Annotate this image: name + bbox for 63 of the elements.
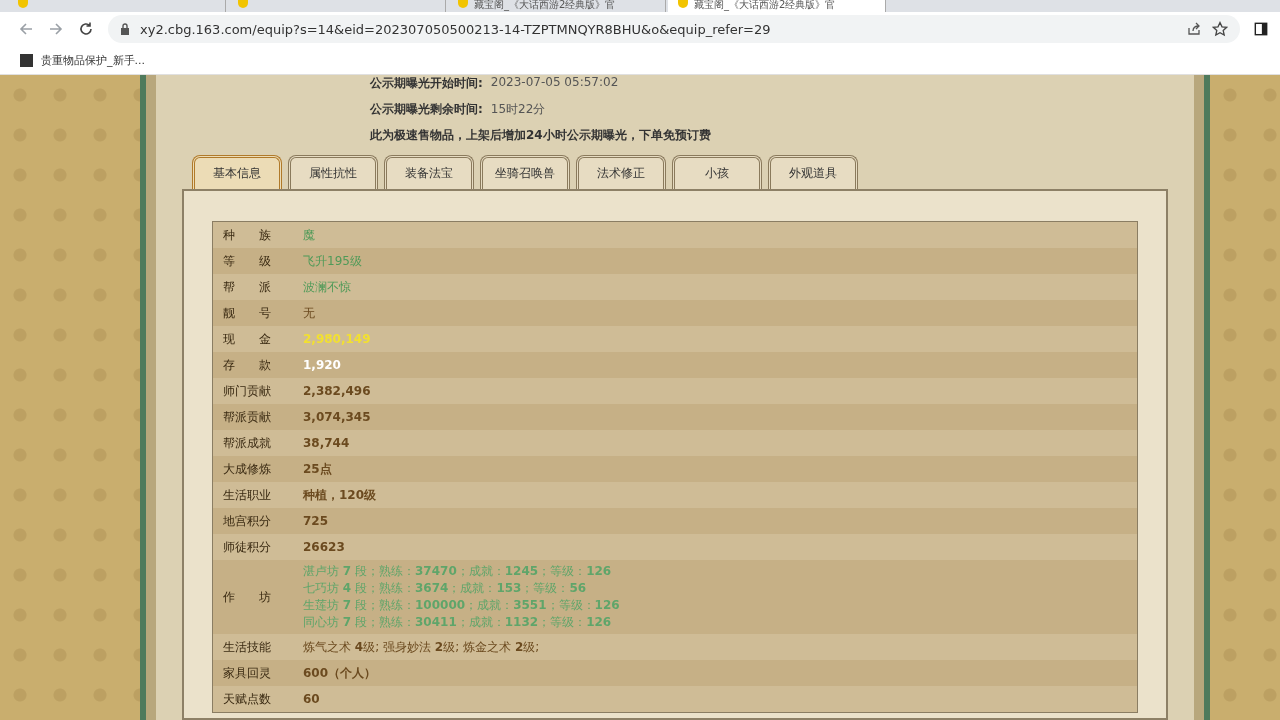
field-value: 3,074,345: [303, 410, 371, 424]
field-value: 38,744: [303, 436, 350, 450]
field-value: 60: [303, 692, 320, 706]
workshop-line: 同心坊 7 段；熟练：30411；成就：1132；等级：126: [303, 614, 613, 631]
field-value: 魔: [303, 226, 315, 244]
forward-icon[interactable]: [48, 21, 64, 37]
field-value: 种植，120级: [303, 486, 377, 504]
field-label: 大成修炼: [222, 460, 272, 478]
address-bar[interactable]: xy2.cbg.163.com/equip?s=14&eid=202307050500213-14-TZPTMNQYR8BHU&o&equip_refer=29: [108, 15, 1240, 43]
side-panel-icon[interactable]: [1254, 22, 1268, 36]
field-value: 600（个人）: [303, 664, 377, 682]
field-value: 波澜不惊: [303, 278, 351, 296]
field-label: 帮派贡献: [222, 408, 272, 426]
notice-label: 公示期曝光剩余时间:: [370, 100, 483, 118]
field-label: 地宫积分: [222, 512, 272, 530]
workshop-line: 七巧坊 4 段；熟练：3674；成就：153；等级：56: [303, 580, 588, 597]
share-icon[interactable]: [1186, 21, 1202, 37]
field-label: 作 坊: [222, 588, 272, 606]
tab[interactable]: 基本信息: [192, 155, 282, 189]
field-value: 25点: [303, 460, 332, 478]
lock-icon: [120, 23, 130, 35]
workshop-line: 生莲坊 7 段；熟练：100000；成就：3551；等级：126: [303, 597, 620, 614]
star-icon[interactable]: [1212, 21, 1228, 37]
field-label: 天赋点数: [222, 690, 272, 708]
favicon-icon: [238, 0, 248, 8]
field-value: 725: [303, 514, 329, 528]
tab[interactable]: 法术修正: [576, 155, 666, 189]
back-icon[interactable]: [18, 21, 34, 37]
workshop-line: 湛卢坊 7 段；熟练：37470；成就：1245；等级：126: [303, 563, 613, 580]
field-value: 2,382,496: [303, 384, 371, 398]
field-value: 26623: [303, 540, 345, 554]
field-label: 帮 派: [222, 278, 272, 296]
notice-label: 公示期曝光开始时间:: [370, 74, 483, 92]
notice-value: 2023-07-05 05:57:02: [490, 74, 619, 91]
tab[interactable]: 小孩: [672, 155, 762, 189]
favicon-icon: [18, 0, 28, 8]
bookmark-favicon-icon: [20, 53, 33, 67]
field-label: 家具回灵: [222, 664, 272, 682]
field-label: 存 款: [222, 356, 272, 374]
field-value: 无: [303, 304, 315, 322]
field-label: 帮派成就: [222, 434, 272, 452]
field-label: 生活技能: [222, 638, 272, 656]
reload-icon[interactable]: [78, 21, 94, 37]
field-value: 炼气之术 4级; 强身妙法 2级; 炼金之术 2级;: [303, 638, 540, 656]
notice-value: 15时22分: [490, 100, 546, 118]
tab[interactable]: 坐骑召唤兽: [480, 155, 570, 189]
field-label: 等 级: [222, 252, 272, 270]
tab[interactable]: 装备法宝: [384, 155, 474, 189]
notice-text: 此为极速售物品，上架后增加24小时公示期曝光，下单免预订费: [370, 126, 712, 144]
bookmark-item[interactable]: 贵重物品保护_新手...: [20, 52, 145, 68]
field-value: 2,980,149: [303, 332, 371, 346]
browser-tab[interactable]: 藏宝阁_《大话西游2经典版》官: [668, 0, 886, 12]
field-label: 生活职业: [222, 486, 272, 504]
field-label: 师徒积分: [222, 538, 272, 556]
tab[interactable]: 属性抗性: [288, 155, 378, 189]
field-label: 靓 号: [222, 304, 272, 322]
field-label: 现 金: [222, 330, 272, 348]
field-label: 师门贡献: [222, 382, 272, 400]
tab[interactable]: 外观道具: [768, 155, 858, 189]
favicon-icon: [458, 0, 468, 8]
field-value: 飞升195级: [303, 252, 362, 270]
field-label: 种 族: [222, 226, 272, 244]
favicon-icon: [678, 0, 688, 8]
